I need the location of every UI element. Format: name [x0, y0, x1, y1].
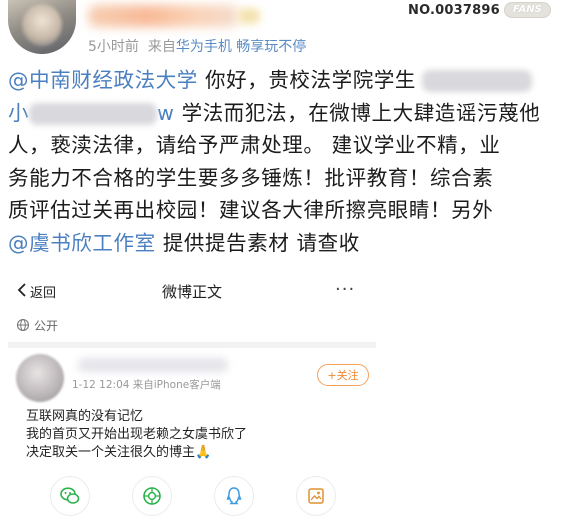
fans-badge: NO.0037896 FANS	[404, 0, 572, 20]
author-badge-redacted	[238, 8, 260, 24]
mention-university[interactable]: @中南财经政法大学	[8, 68, 198, 92]
visibility-label: 公开	[34, 318, 59, 333]
share-actions	[8, 476, 376, 516]
post-text-line-2: 学法而犯法，在微博上大肆造谣污蔑他	[174, 100, 541, 125]
mention-student-start[interactable]: 小	[8, 101, 29, 125]
qq-icon[interactable]	[214, 476, 254, 516]
mention-student-end[interactable]: w	[157, 101, 174, 125]
post-text-line-1: 你好，贵校法学院学生	[197, 68, 417, 92]
embedded-screenshot[interactable]: 返回 微博正文 ··· 公开 1-12 12:04 来自iPhone客户端 +关…	[8, 270, 376, 522]
wechat-icon[interactable]	[50, 476, 90, 516]
follow-button[interactable]: +关注	[317, 364, 369, 386]
author-name-redacted[interactable]	[88, 5, 238, 27]
post-meta: 5小时前 来自华为手机 畅享玩不停	[88, 36, 306, 56]
more-icon[interactable]: ···	[335, 279, 355, 300]
post-text: @中南财经政法大学 你好，贵校法学院学生 小 w 学法而犯法，在微博上大肆造谣污蔑…	[8, 64, 568, 259]
post-text-line-4: 务能力不合格的学生要多多锤炼！批评教育！综合素	[8, 165, 494, 190]
divider	[8, 342, 376, 348]
embed-body-line-3: 决定取关一个关注很久的博主🙏	[26, 445, 212, 460]
embed-post-body: 互联网真的没有记忆 我的首页又开始出现老赖之女虞书欣了 决定取关一个关注很久的博…	[26, 408, 247, 462]
globe-icon	[16, 318, 30, 332]
fans-tag: FANS	[503, 2, 551, 18]
post-source-prefix: 来自	[147, 39, 176, 55]
moments-icon[interactable]	[132, 476, 172, 516]
post-text-line-5: 质评估过关再出校园！建议各大律所擦亮眼睛！另外	[8, 198, 494, 222]
embed-body-line-2: 我的首页又开始出现老赖之女虞书欣了	[26, 427, 248, 442]
post-time: 5小时前	[88, 39, 139, 55]
redacted-text	[422, 70, 533, 92]
save-image-icon[interactable]	[296, 476, 336, 516]
embed-post-meta: 1-12 12:04 来自iPhone客户端	[72, 379, 221, 391]
mention-studio[interactable]: @虞书欣工作室	[8, 231, 156, 255]
redacted-mention	[29, 102, 158, 125]
embed-body-line-1: 互联网真的没有记忆	[26, 409, 144, 424]
post-text-line-6: 提供提告素材 请查收	[155, 230, 360, 255]
embed-title: 微博正文	[161, 283, 222, 301]
embed-author-name-redacted[interactable]	[78, 358, 228, 372]
author-avatar[interactable]	[8, 0, 76, 54]
visibility-row: 公开	[16, 316, 58, 334]
embed-author-avatar[interactable]	[16, 354, 64, 402]
embed-nav-bar: 返回 微博正文 ···	[8, 270, 376, 310]
fans-number: NO.0037896	[408, 2, 500, 18]
post-source[interactable]: 华为手机 畅享玩不停	[176, 39, 306, 55]
post-text-line-3: 人，亵渎法律，请给予严肃处理。 建议学业不精，业	[8, 133, 501, 157]
